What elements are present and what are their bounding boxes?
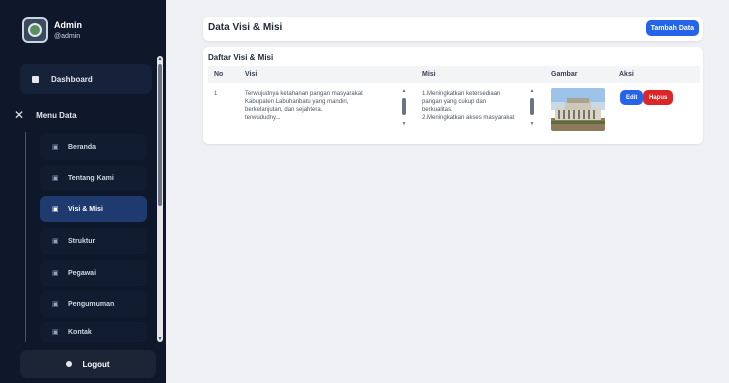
delete-button[interactable]: Hapus (643, 90, 674, 105)
sidebar-header: Admin @admin (0, 0, 166, 48)
submenu-line (25, 132, 26, 342)
admin-name: Admin (54, 20, 82, 30)
scroll-up-icon[interactable]: ▲ (401, 89, 407, 94)
close-icon: ✕ (14, 108, 25, 122)
page-title: Data Visi & Misi (208, 22, 283, 33)
scroll-down-icon[interactable]: ▼ (529, 122, 535, 127)
logout-label: Logout (82, 359, 110, 369)
scroll-thumb[interactable] (530, 98, 534, 115)
sidebar-item-pengumuman[interactable]: ▣ Pengumuman (40, 291, 147, 317)
sidebar-item-label: Pengumuman (68, 300, 115, 308)
file-icon: ▣ (52, 175, 59, 182)
sidebar-item-label: Visi & Misi (68, 205, 103, 213)
avatar (22, 17, 48, 43)
column-header: No (214, 71, 224, 78)
scroll-down-icon[interactable]: ▼ (401, 122, 407, 127)
misi-scrollbar[interactable]: ▲ ▼ (529, 89, 535, 127)
sidebar-item-label: Struktur (68, 237, 96, 245)
file-icon: ▣ (52, 206, 59, 213)
menu-data-toggle[interactable]: ✕ Menu Data (10, 105, 160, 125)
sidebar-item-label: Tentang Kami (68, 174, 114, 182)
admin-username: @admin (54, 33, 81, 40)
column-header: Aksi (619, 71, 634, 78)
logout-button[interactable]: Logout (20, 350, 156, 378)
sidebar-item-dashboard[interactable]: Dashboard (20, 64, 152, 94)
scroll-thumb[interactable] (402, 98, 406, 115)
edit-button[interactable]: Edit (620, 90, 644, 105)
sidebar-item-visi-misi[interactable]: ▣ Visi & Misi (40, 196, 147, 222)
column-header: Gambar (551, 71, 578, 78)
page-header: Data Visi & Misi Tambah Data (203, 17, 703, 41)
file-icon: ▣ (52, 329, 59, 336)
sidebar-scrollbar[interactable]: ▲ ▼ (157, 56, 163, 342)
column-header: Visi (245, 71, 258, 78)
file-icon: ▣ (52, 238, 59, 245)
misi-text: 1.Meningkatkan ketersediaan pangan yang … (422, 91, 515, 121)
sidebar-item-beranda[interactable]: ▣ Beranda (40, 134, 147, 160)
add-data-button[interactable]: Tambah Data (645, 20, 699, 36)
sidebar-item-tentang-kami[interactable]: ▣ Tentang Kami (40, 165, 147, 191)
file-icon: ▣ (52, 144, 59, 151)
dashboard-icon (32, 75, 39, 83)
sidebar-item-kontak[interactable]: ▣ Kontak (40, 322, 147, 342)
file-icon: ▣ (52, 270, 59, 277)
logo-icon (28, 23, 42, 37)
table-header: No Visi Misi Gambar Aksi (208, 66, 700, 83)
sidebar-item-label: Beranda (68, 143, 97, 151)
table-title: Daftar Visi & Misi (208, 53, 274, 62)
logout-icon (66, 361, 73, 367)
file-icon: ▣ (52, 301, 59, 308)
scroll-up-icon[interactable]: ▲ (529, 89, 535, 94)
sidebar-item-label: Kontak (68, 328, 92, 336)
column-header: Misi (422, 71, 436, 78)
sidebar-item-pegawai[interactable]: ▣ Pegawai (40, 260, 147, 286)
row-number: 1 (214, 91, 218, 97)
visi-text: Terwujudnya ketahanan pangan masyarakat … (245, 91, 363, 121)
menu-data-label: Menu Data (36, 110, 77, 120)
sidebar: Admin @admin Dashboard ✕ Menu Data ▣ Ber… (0, 0, 166, 383)
row-image (551, 88, 605, 131)
sidebar-item-label: Dashboard (51, 74, 93, 84)
sidebar-item-label: Pegawai (68, 269, 97, 277)
scroll-down-icon[interactable]: ▼ (157, 336, 163, 342)
scroll-thumb[interactable] (158, 64, 162, 206)
table-card: Daftar Visi & Misi No Visi Misi Gambar A… (203, 47, 703, 144)
scroll-up-icon[interactable]: ▲ (157, 56, 163, 62)
visi-scrollbar[interactable]: ▲ ▼ (401, 89, 407, 127)
sidebar-item-struktur[interactable]: ▣ Struktur (40, 228, 147, 254)
